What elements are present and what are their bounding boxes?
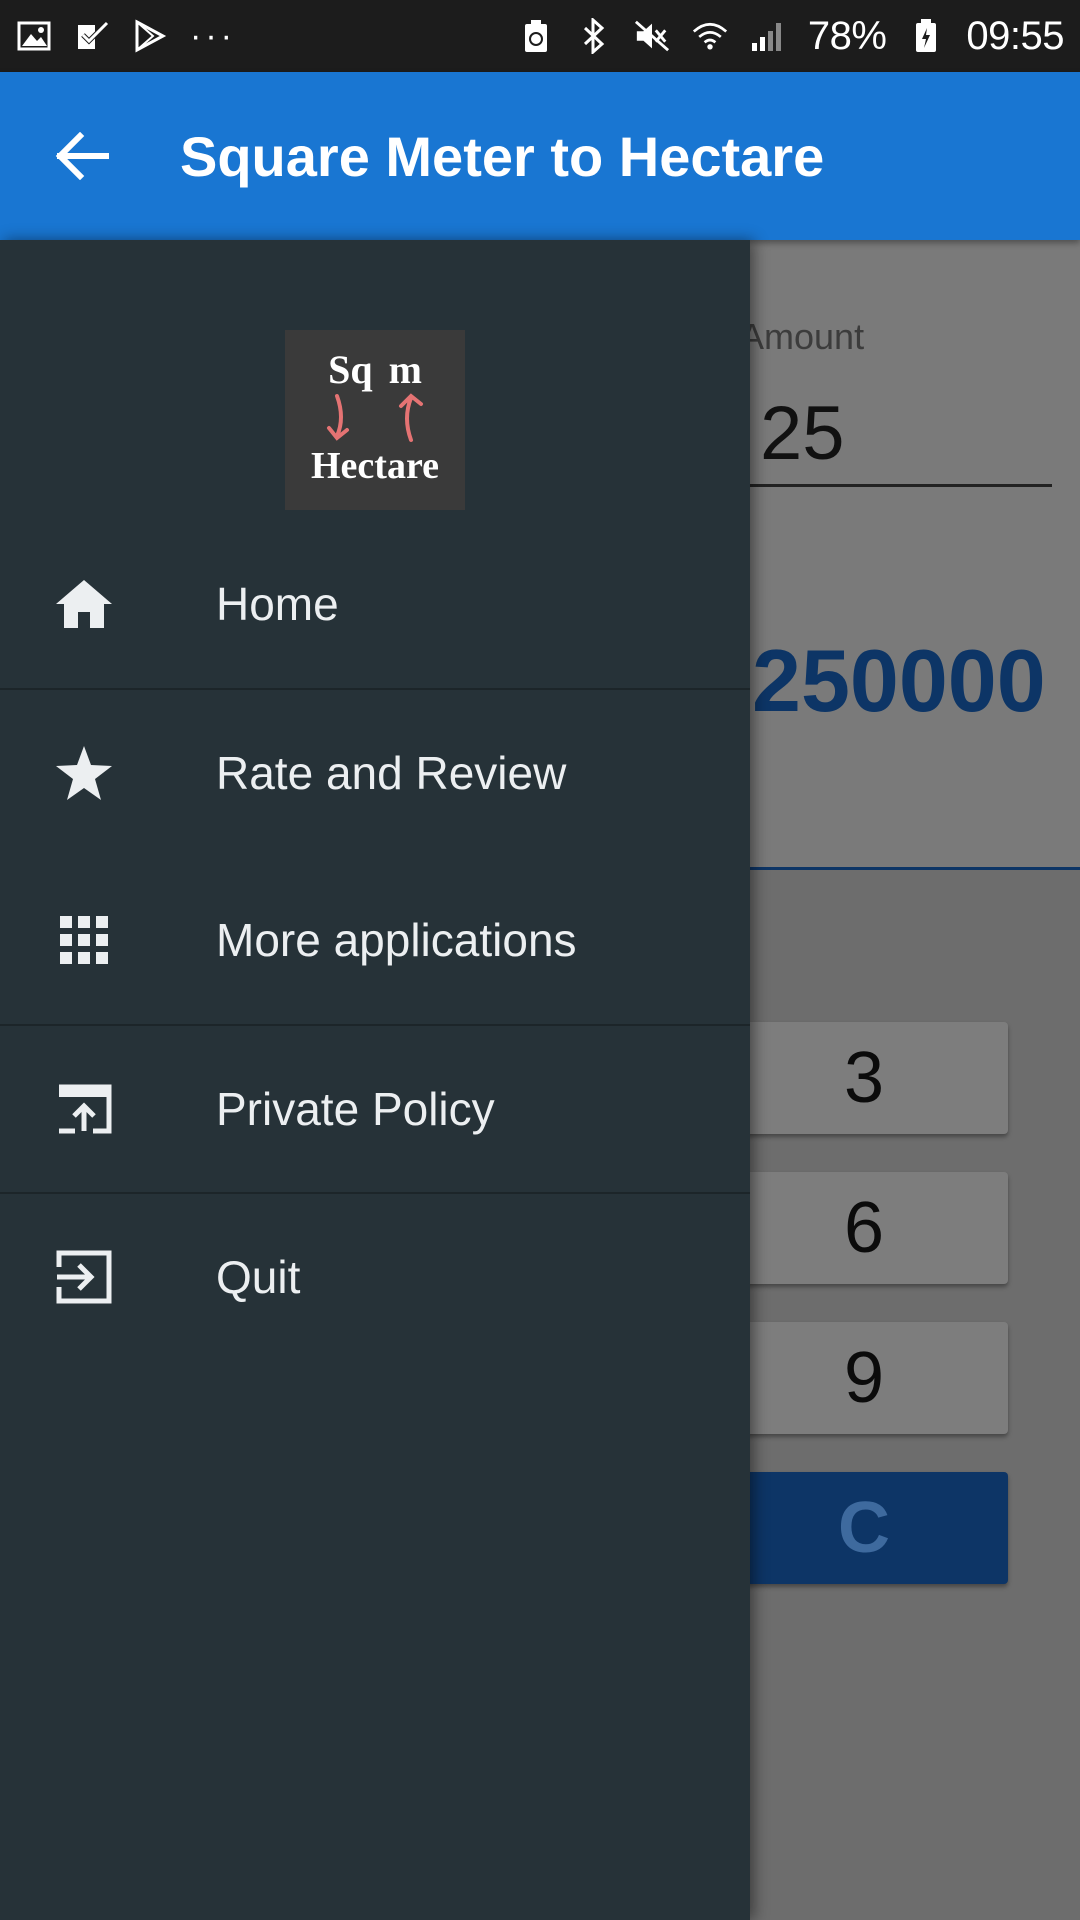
drawer-menu: Home Rate and Review More applications P… (0, 520, 750, 1360)
status-bar: ··· 78% 09:55 (0, 0, 1080, 72)
key-9[interactable]: 9 (720, 1322, 1008, 1434)
clock: 09:55 (966, 13, 1064, 58)
apps-grid-icon (54, 910, 114, 970)
signal-icon (750, 18, 786, 54)
amount-input[interactable]: 25 (760, 390, 845, 477)
menu-item-more-apps[interactable]: More applications (0, 856, 750, 1024)
key-6[interactable]: 6 (720, 1172, 1008, 1284)
menu-item-label: More applications (216, 914, 577, 966)
amount-underline (740, 484, 1052, 487)
menu-item-label: Private Policy (216, 1083, 495, 1135)
back-button[interactable] (0, 72, 164, 240)
result-value: 250000 (752, 631, 1046, 730)
menu-item-quit[interactable]: Quit (0, 1192, 750, 1360)
task-check-icon (74, 18, 110, 54)
logo-arrows-icon (327, 393, 423, 442)
home-icon (54, 574, 114, 634)
menu-item-home[interactable]: Home (0, 520, 750, 688)
app-bar: Square Meter to Hectare (0, 72, 1080, 240)
menu-item-label: Quit (216, 1251, 301, 1303)
exit-icon (54, 1247, 114, 1307)
more-dots-icon: ··· (190, 16, 236, 55)
key-clear[interactable]: C (720, 1472, 1008, 1584)
page-title: Square Meter to Hectare (180, 124, 825, 188)
logo-top-text: Sq m (328, 347, 422, 392)
status-left: ··· (16, 17, 236, 56)
logo-bottom-text: Hectare (311, 445, 439, 487)
wifi-icon (692, 18, 728, 54)
image-icon (16, 18, 52, 54)
menu-item-rate-review[interactable]: Rate and Review (0, 688, 750, 856)
amount-label: Amount (740, 316, 865, 357)
battery-saver-icon (518, 18, 554, 54)
status-right: 78% 09:55 (518, 14, 1064, 59)
battery-icon (908, 18, 944, 54)
navigation-drawer: Sq m Hectare Home Rate and Review More a… (0, 240, 750, 1920)
screen: ··· 78% 09:55 Square Meter to Hectare Am… (0, 0, 1080, 1920)
open-external-icon (54, 1079, 114, 1139)
menu-item-private-policy[interactable]: Private Policy (0, 1024, 750, 1192)
key-3[interactable]: 3 (720, 1022, 1008, 1134)
arrow-back-icon (55, 132, 109, 180)
app-logo: Sq m Hectare (285, 330, 465, 510)
play-store-icon (132, 18, 168, 54)
star-icon (54, 743, 114, 803)
mute-icon (634, 18, 670, 54)
menu-item-label: Home (216, 578, 339, 630)
bluetooth-icon (576, 18, 612, 54)
battery-percent: 78% (807, 13, 887, 58)
menu-item-label: Rate and Review (216, 747, 567, 799)
